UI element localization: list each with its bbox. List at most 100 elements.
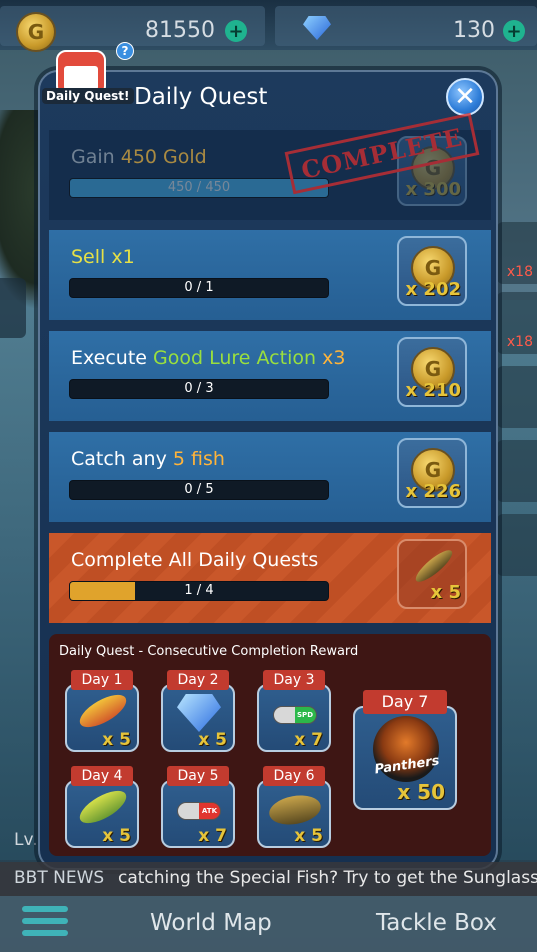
nav-tackle-box[interactable]: Tackle Box [376, 910, 497, 936]
gold-coin-icon: G [16, 12, 56, 52]
reward-day-6[interactable]: x 5 Day 6 [257, 766, 331, 848]
news-ticker[interactable]: BBT NEWS catching the Special Fish? Try … [0, 862, 537, 896]
reward-quantity: x 226 [405, 481, 461, 502]
gold-counter: G 81550 + [0, 6, 265, 52]
lure-icon [74, 784, 132, 830]
reward-quantity: x 5 [294, 826, 323, 846]
quest-reward: G x 226 [397, 438, 467, 508]
side-item-slot[interactable] [497, 366, 537, 428]
help-button[interactable]: ? [116, 42, 134, 60]
quest-text-highlight: 5 fish [172, 448, 225, 470]
reward-slot: x 5 [65, 780, 139, 848]
quest-reward: x 5 [397, 539, 467, 609]
quest-row-lure-action[interactable]: Execute Good Lure Action x3 0 / 3 G x 21… [49, 331, 491, 421]
gem-icon [303, 16, 331, 40]
reward-day-2[interactable]: x 5 Day 2 [161, 670, 235, 752]
quest-text: Catch any 5 fish [71, 448, 225, 470]
add-gold-button[interactable]: + [225, 20, 247, 42]
quest-progress-bar: 1 / 4 [69, 581, 329, 601]
quest-row-gain-gold: Gain 450 Gold 450 / 450 G x 300 COMPLETE [49, 112, 491, 220]
quest-text-highlight: Good Lure Action [153, 347, 317, 369]
reward-quantity: x 5 [102, 826, 131, 846]
gem-counter: 130 + [275, 6, 537, 46]
reward-day-7[interactable]: Panthers x 50 Day 7 [353, 690, 457, 810]
consecutive-reward-title: Daily Quest - Consecutive Completion Rew… [59, 644, 359, 659]
quest-reward: G x 210 [397, 337, 467, 407]
side-menu-handle[interactable] [0, 278, 26, 338]
daily-quest-badge: ? Daily Quest! [42, 42, 134, 120]
quest-text: Gain 450 Gold [71, 146, 207, 168]
lure-icon [411, 545, 457, 587]
reward-quantity: x 5 [430, 582, 461, 603]
reward-quantity: x 202 [405, 279, 461, 300]
news-ticker-label: BBT NEWS [14, 868, 105, 888]
bottom-nav: World Map Tackle Box [0, 896, 537, 952]
quest-row-sell[interactable]: Sell x1 0 / 1 G x 202 [49, 230, 491, 320]
reward-quantity: x 5 [102, 730, 131, 750]
quest-row-catch-fish[interactable]: Catch any 5 fish 0 / 5 G x 226 [49, 432, 491, 522]
quest-text-suffix: x3 [316, 347, 346, 369]
quest-text: Complete All Daily Quests [71, 549, 319, 571]
reward-slot: SPD x 7 [257, 684, 331, 752]
reward-slot: x 5 [65, 684, 139, 752]
quest-progress-text: 450 / 450 [167, 180, 231, 195]
dialog-title: Daily Quest [134, 84, 268, 110]
daily-quest-dialog: ? Daily Quest! Daily Quest ✕ Gain 450 Go… [38, 42, 498, 870]
add-gem-button[interactable]: + [503, 20, 525, 42]
quest-text-highlight: x1 [111, 246, 135, 268]
reward-day-1[interactable]: x 5 Day 1 [65, 670, 139, 752]
lure-icon [74, 688, 132, 734]
side-item-count: x18 [506, 264, 533, 280]
quest-text-highlight: 450 Gold [120, 146, 207, 168]
atk-pill-icon: ATK [177, 802, 221, 820]
side-item-slot[interactable] [497, 514, 537, 576]
day-label: Day 7 [363, 690, 447, 714]
side-item-lure[interactable]: x18 [497, 222, 537, 284]
reward-slot: ATK x 7 [161, 780, 235, 848]
quest-text-prefix: Sell [71, 246, 112, 268]
quest-text-prefix: Catch any [71, 448, 173, 470]
quest-progress-bar: 0 / 5 [69, 480, 329, 500]
side-item-count: x18 [506, 334, 533, 350]
reward-quantity: x 7 [198, 826, 227, 846]
day-label: Day 6 [263, 766, 325, 786]
reward-day-5[interactable]: ATK x 7 Day 5 [161, 766, 235, 848]
day-label: Day 2 [167, 670, 229, 690]
quest-text-prefix: Execute [71, 347, 154, 369]
reward-day-3[interactable]: SPD x 7 Day 3 [257, 670, 331, 752]
lure-icon [266, 791, 324, 829]
reward-quantity: x 7 [294, 730, 323, 750]
quest-progress-text: 0 / 3 [184, 381, 214, 396]
reward-quantity: x 300 [405, 179, 461, 200]
quest-progress-bar: 0 / 3 [69, 379, 329, 399]
consecutive-reward-panel: Daily Quest - Consecutive Completion Rew… [49, 634, 491, 856]
currency-bar: G 81550 + 130 + [0, 0, 537, 52]
nav-world-map[interactable]: World Map [150, 910, 272, 936]
quest-progress-text: 1 / 4 [184, 583, 214, 598]
reward-quantity: x 5 [198, 730, 227, 750]
spd-pill-icon: SPD [273, 706, 317, 724]
quest-text-prefix: Gain [71, 146, 121, 168]
close-button[interactable]: ✕ [446, 78, 484, 116]
quest-progress-text: 0 / 1 [184, 280, 214, 295]
menu-icon[interactable] [22, 906, 68, 946]
reward-slot: Panthers x 50 [353, 706, 457, 810]
quest-progress-bar: 0 / 1 [69, 278, 329, 298]
reward-day-4[interactable]: x 5 Day 4 [65, 766, 139, 848]
side-item-slot[interactable] [497, 440, 537, 502]
day-label: Day 3 [263, 670, 325, 690]
daily-quest-badge-label: Daily Quest! [42, 88, 134, 104]
day-label: Day 4 [71, 766, 133, 786]
reward-slot: x 5 [257, 780, 331, 848]
side-item-reel[interactable]: x18 [497, 292, 537, 354]
quest-text: Sell x1 [71, 246, 135, 268]
reward-quantity: x 210 [405, 380, 461, 401]
reward-slot: x 5 [161, 684, 235, 752]
quest-progress-text: 0 / 5 [184, 482, 214, 497]
quest-row-complete-all[interactable]: Complete All Daily Quests 1 / 4 x 5 [49, 533, 491, 623]
gem-amount: 130 [453, 18, 495, 43]
reward-quantity: x 50 [397, 780, 445, 804]
quest-reward: G x 202 [397, 236, 467, 306]
gem-icon [177, 694, 221, 732]
gold-amount: 81550 [145, 18, 215, 43]
